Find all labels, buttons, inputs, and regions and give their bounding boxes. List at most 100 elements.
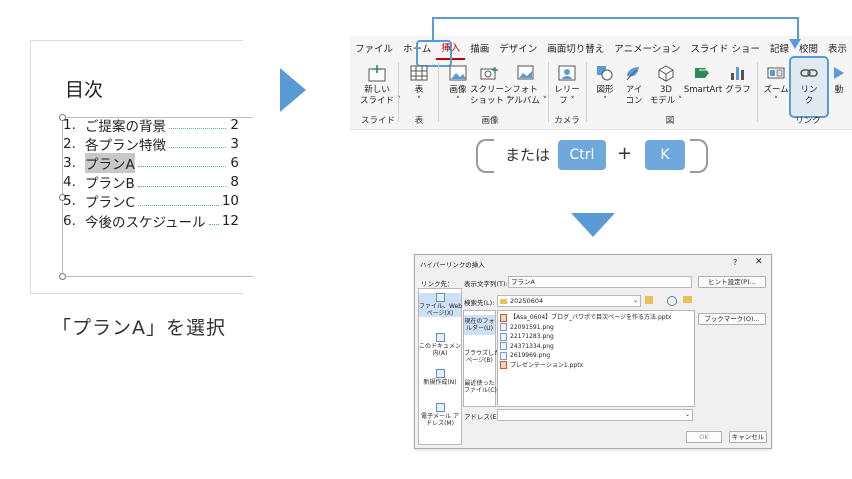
address-field[interactable]: ⌄ <box>497 409 693 421</box>
icons-icon <box>626 67 639 81</box>
link-to-option[interactable]: このドキュメント 内(A) <box>419 333 467 357</box>
png-file-icon <box>500 351 507 360</box>
search-in-label: 検索先(L): <box>464 299 495 307</box>
arrow-right-icon <box>280 68 306 112</box>
ribbon-tab[interactable]: デザイン <box>494 40 542 60</box>
3d-model-button[interactable]: 3D モデル ˅ <box>649 64 683 107</box>
ribbon-tab[interactable]: 画面切り替え <box>542 40 609 60</box>
insert-tab-highlight <box>416 40 452 67</box>
ok-button[interactable]: OK <box>686 431 722 443</box>
look-in-option[interactable]: 現在のフォ ルダー(U) <box>464 315 495 335</box>
link-to-pane: ファイル、Web ページ(X) このドキュメント 内(A) 新規作成(N) 電子メール… <box>418 288 467 445</box>
photo-album-button[interactable]: フォト アルバム ˅ <box>506 64 547 107</box>
link-to-option[interactable]: ファイル、Web ページ(X) <box>419 293 462 317</box>
smartart-icon <box>695 68 709 78</box>
file-item[interactable]: 2619969.png <box>500 351 550 360</box>
bookmark-button[interactable]: ブックマーク(O)... <box>698 313 766 325</box>
toc-leader <box>169 120 226 129</box>
toc-item-number: 5. <box>63 193 76 210</box>
new-slide-button[interactable]: 新しい スライド ˅ <box>360 64 401 107</box>
resize-handle[interactable] <box>59 273 66 280</box>
cancel-button[interactable]: キャンセル <box>729 431 767 443</box>
display-text-label: 表示文字列(T): <box>464 280 508 288</box>
png-file-icon <box>500 332 507 341</box>
folder-select[interactable]: 20250604 ⌄ <box>497 295 641 307</box>
toc-item-text: 各プラン特徴 <box>85 137 166 154</box>
ribbon-tab[interactable]: アニメーション <box>609 40 685 60</box>
link-button[interactable]: リン ク <box>791 64 827 107</box>
file-item[interactable]: 24371334.png <box>500 342 554 351</box>
shapes-button[interactable]: 図形 ˅ <box>592 64 618 107</box>
toc-item[interactable]: 5. プランC 10 <box>63 192 239 211</box>
file-item[interactable]: 22091591.png <box>500 323 554 332</box>
bracket-left <box>476 139 494 173</box>
toc-item-number: 3. <box>63 154 76 171</box>
png-file-icon <box>500 342 507 350</box>
icons-button[interactable]: アイ コン <box>621 64 647 107</box>
up-folder-icon[interactable] <box>645 296 653 304</box>
help-icon[interactable]: ? <box>733 258 737 267</box>
chevron-down-icon: ⌄ <box>684 411 690 418</box>
zoom-icon <box>767 67 785 79</box>
chart-button[interactable]: グラフ <box>725 64 751 96</box>
group-label-links: リンク <box>795 116 821 126</box>
group-label-images: 画像 <box>481 116 499 126</box>
address-label: アドレス(E): <box>464 413 502 421</box>
toc-item[interactable]: 2. 各プラン特徴 3 <box>63 134 239 154</box>
folder-icon <box>500 298 507 304</box>
group-separator <box>586 62 587 122</box>
zoom-button[interactable]: ズーム ˅ <box>763 64 789 107</box>
toc-item-page: 10 <box>221 193 239 210</box>
cameo-button[interactable]: レリー フ ˅ <box>553 64 581 107</box>
toc-item[interactable]: 6. 今後のスケジュール 12 <box>63 211 239 231</box>
connector-line <box>432 17 799 40</box>
file-list: 【Asa_0604】ブログ_パワポで目次ページを作る方法.pptx 2209159… <box>497 310 695 407</box>
web-search-icon[interactable] <box>667 296 677 306</box>
toc-leader <box>169 139 226 149</box>
screenshot-icon <box>480 67 498 80</box>
group-separator <box>398 62 399 122</box>
screenshot-button[interactable]: スクリーン ショット ˅ <box>470 64 512 107</box>
group-separator <box>548 62 549 122</box>
link-to-option[interactable]: 新規作成(N) <box>419 369 461 386</box>
toc-leader <box>208 216 219 225</box>
toc-item[interactable]: 1. ご提案の背景 2 <box>63 115 239 135</box>
screen-tip-button[interactable]: ヒント設定(P)... <box>698 276 766 288</box>
look-in-option[interactable]: ブラウズした ページ(B) <box>464 347 500 367</box>
action-button[interactable]: 動 <box>830 64 848 96</box>
image-button[interactable]: 画像 ˅ <box>445 64 471 107</box>
dialog-title: ハイパーリンクの挿入 <box>420 261 485 269</box>
file-item[interactable]: プレゼンテーション1.pptx <box>500 361 583 370</box>
link-to-option[interactable]: 電子メール ア ドレス(M) <box>419 403 461 427</box>
toc-item-text: 今後のスケジュール <box>85 214 206 231</box>
display-text-field[interactable]: プランA <box>508 276 692 288</box>
chevron-down-icon: ⌄ <box>632 297 638 304</box>
slide-title: 目次 <box>65 79 104 101</box>
file-item[interactable]: 22171283.png <box>500 332 554 341</box>
toc-leader <box>137 178 226 187</box>
or-text: または <box>505 146 551 164</box>
toc-item-text: プランB <box>85 176 135 193</box>
hyperlink-dialog: ハイパーリンクの挿入 ? ✕ リンク先： 表示文字列(T): プランA ヒント設… <box>414 254 772 449</box>
group-label-camera: カメラ <box>554 116 580 126</box>
link-type-icon <box>435 369 445 378</box>
toc-item-text: プランC <box>85 195 135 212</box>
browse-folder-icon[interactable] <box>683 296 692 303</box>
table-button[interactable]: 表 ˅ <box>404 64 434 107</box>
toc-item[interactable]: 3. プランA 6 <box>63 152 239 173</box>
ribbon-tab[interactable]: 描画 <box>465 40 494 60</box>
look-in-option[interactable]: 最近使った ファイル(C) <box>464 377 497 397</box>
file-item[interactable]: 【Asa_0604】ブログ_パワポで目次ページを作る方法.pptx <box>500 313 672 322</box>
group-label-slides: スライド <box>360 116 395 126</box>
toc-item[interactable]: 4. プランB 8 <box>63 173 239 192</box>
close-icon[interactable]: ✕ <box>755 257 763 267</box>
link-type-icon <box>435 403 445 412</box>
plus-sign: + <box>617 143 633 164</box>
ribbon-tab[interactable]: スライド ショー <box>685 40 765 60</box>
toc-leader <box>137 158 226 168</box>
smartart-button[interactable]: SmartArt <box>683 64 723 96</box>
toc-item-number: 1. <box>63 116 76 133</box>
ribbon-tab[interactable]: ファイル <box>350 40 398 60</box>
toc-item-page: 6 <box>230 154 239 171</box>
new-slide-icon <box>368 65 386 82</box>
